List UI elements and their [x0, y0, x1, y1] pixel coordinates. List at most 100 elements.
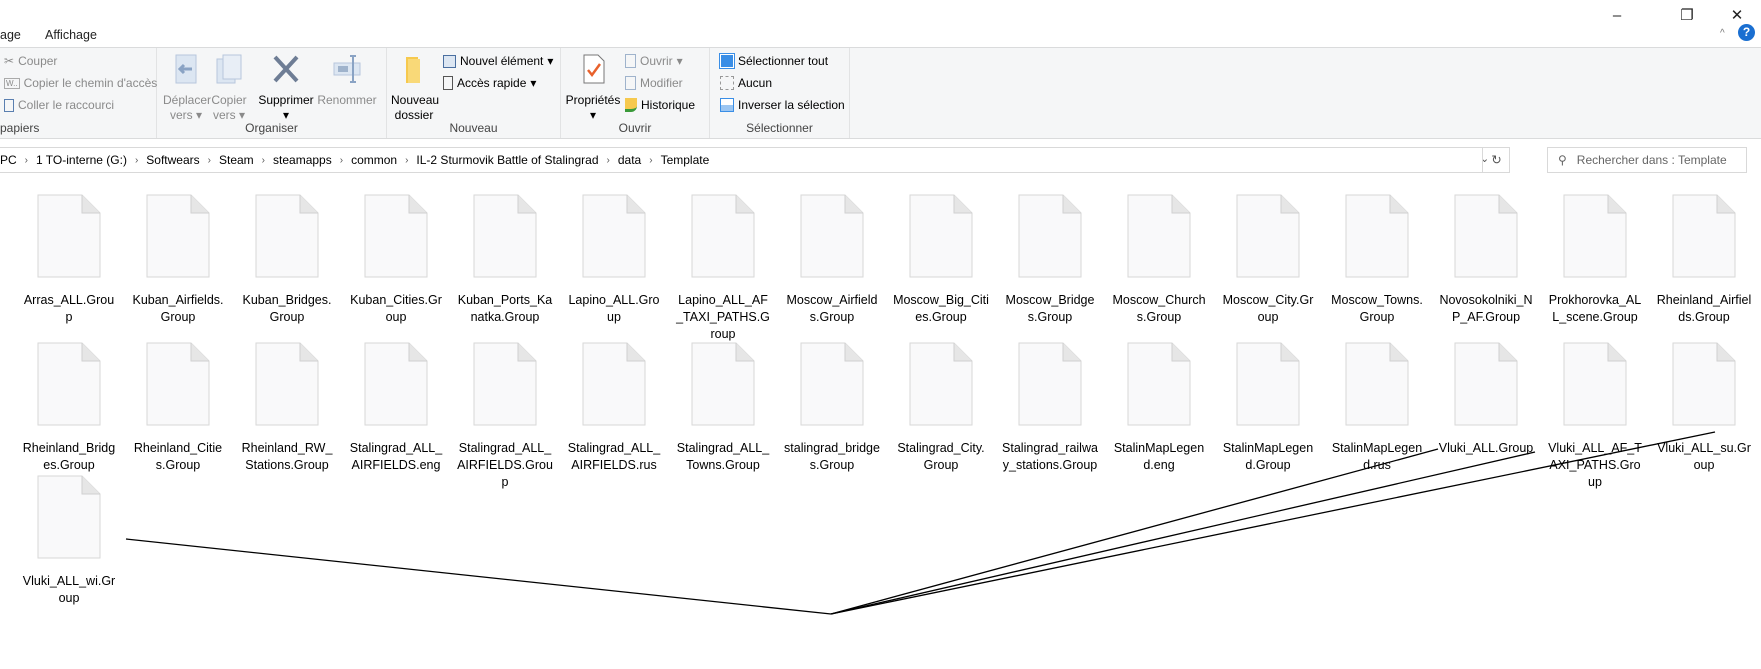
refresh-icon[interactable]: ↻: [1482, 148, 1510, 172]
file-item[interactable]: Novosokolniki_NP_AF.Group: [1434, 194, 1538, 326]
properties-button[interactable]: Propriétés ▾: [565, 53, 621, 123]
file-icon: [37, 194, 101, 278]
file-name: Rheinland_Bridges.Group: [22, 441, 116, 472]
breadcrumb-data[interactable]: data: [618, 153, 641, 167]
copy-path-button[interactable]: W.. Copier le chemin d'accès: [4, 76, 157, 90]
file-item[interactable]: Stalingrad_City.Group: [889, 342, 993, 474]
file-item[interactable]: StalinMapLegend.eng: [1107, 342, 1211, 474]
file-item[interactable]: Stalingrad_railway_stations.Group: [998, 342, 1102, 474]
select-all-button[interactable]: Sélectionner tout: [719, 53, 829, 69]
breadcrumb-steam[interactable]: Steam: [219, 153, 254, 167]
close-button[interactable]: ✕: [1714, 0, 1760, 30]
file-item[interactable]: Vluki_ALL_su.Group: [1652, 342, 1756, 474]
rename-icon: [333, 55, 361, 83]
file-icon: [1672, 194, 1736, 278]
tab-affichage[interactable]: Affichage: [45, 28, 97, 42]
rename-button[interactable]: Renommer: [317, 53, 377, 108]
edit-button[interactable]: Modifier: [625, 76, 683, 90]
copy-to-button[interactable]: Copier vers ▾: [209, 53, 249, 123]
tab-partage[interactable]: age: [0, 28, 21, 42]
breadcrumb-pc[interactable]: PC: [0, 153, 17, 167]
delete-label: Supprimer: [258, 93, 314, 107]
new-item-button[interactable]: Nouvel élément ▾: [443, 54, 553, 68]
file-item[interactable]: Stalingrad_ALL_AIRFIELDS.eng: [344, 342, 448, 474]
cut-label: Couper: [18, 54, 58, 68]
file-item[interactable]: Vluki_ALL.Group: [1434, 342, 1538, 457]
file-name: Moscow_Bridges.Group: [1005, 293, 1095, 324]
file-item[interactable]: Rheinland_Bridges.Group: [17, 342, 121, 474]
paste-shortcut-button[interactable]: Coller le raccourci: [4, 98, 114, 112]
copy-to-icon: [216, 54, 242, 84]
cut-button[interactable]: ✂ Couper: [4, 54, 57, 68]
file-item[interactable]: Rheinland_RW_Stations.Group: [235, 342, 339, 474]
file-item[interactable]: Kuban_Airfields.Group: [126, 194, 230, 326]
breadcrumb-softwears[interactable]: Softwears: [146, 153, 199, 167]
file-item[interactable]: Prokhorovka_ALL_scene.Group: [1543, 194, 1647, 326]
new-folder-button[interactable]: Nouveau dossier: [391, 53, 439, 123]
file-item[interactable]: Rheinland_Cities.Group: [126, 342, 230, 474]
file-item[interactable]: Stalingrad_ALL_AIRFIELDS.Group: [453, 342, 557, 491]
file-item[interactable]: Arras_ALL.Group: [17, 194, 121, 326]
file-icon: [37, 342, 101, 426]
history-label: Historique: [641, 98, 696, 112]
file-name: Novosokolniki_NP_AF.Group: [1439, 293, 1533, 324]
file-item[interactable]: Kuban_Bridges.Group: [235, 194, 339, 326]
search-input[interactable]: ⚲ Rechercher dans : Template: [1547, 147, 1747, 173]
file-item[interactable]: Moscow_Bridges.Group: [998, 194, 1102, 326]
breadcrumb-il2[interactable]: IL-2 Sturmovik Battle of Stalingrad: [416, 153, 598, 167]
select-none-button[interactable]: Aucun: [720, 76, 772, 90]
file-icon: [1454, 342, 1518, 426]
file-item[interactable]: Stalingrad_ALL_Towns.Group: [671, 342, 775, 474]
file-icon: [909, 342, 973, 426]
file-item[interactable]: Moscow_Towns.Group: [1325, 194, 1429, 326]
file-name: Stalingrad_City.Group: [897, 441, 985, 472]
file-item[interactable]: Moscow_Big_Cities.Group: [889, 194, 993, 326]
breadcrumb-steamapps[interactable]: steamapps: [273, 153, 332, 167]
invert-selection-button[interactable]: Inverser la sélection: [720, 98, 845, 112]
file-icon: [582, 194, 646, 278]
help-icon[interactable]: ?: [1738, 24, 1755, 41]
file-item[interactable]: Stalingrad_ALL_AIRFIELDS.rus: [562, 342, 666, 474]
file-icon: [1127, 342, 1191, 426]
file-icon: [255, 342, 319, 426]
breadcrumb-template[interactable]: Template: [661, 153, 710, 167]
file-item[interactable]: Lapino_ALL.Group: [562, 194, 666, 326]
file-icon: [1127, 194, 1191, 278]
file-name: Arras_ALL.Group: [23, 293, 115, 324]
file-item[interactable]: Rheinland_Airfields.Group: [1652, 194, 1756, 326]
open-button[interactable]: Ouvrir ▾: [625, 54, 683, 68]
file-name: Moscow_City.Group: [1222, 293, 1314, 324]
delete-button[interactable]: Supprimer ▾: [255, 53, 317, 123]
file-name: Vluki_ALL_AF_TAXI_PATHS.Group: [1548, 441, 1642, 489]
file-item[interactable]: stalingrad_bridges.Group: [780, 342, 884, 474]
file-icon: [364, 342, 428, 426]
file-item[interactable]: Kuban_Cities.Group: [344, 194, 448, 326]
minimize-button[interactable]: –: [1594, 0, 1640, 30]
move-to-icon: [175, 54, 197, 84]
breadcrumb-common[interactable]: common: [351, 153, 397, 167]
search-icon: ⚲: [1558, 153, 1567, 167]
select-all-label: Sélectionner tout: [738, 54, 829, 68]
chevron-right-icon: ›: [606, 154, 610, 166]
move-to-button[interactable]: Déplacer vers ▾: [163, 53, 212, 123]
file-item[interactable]: Moscow_City.Group: [1216, 194, 1320, 326]
file-name: Stalingrad_ALL_AIRFIELDS.Group: [457, 441, 553, 489]
file-item[interactable]: Moscow_Airfields.Group: [780, 194, 884, 326]
collapse-ribbon-icon[interactable]: ^: [1720, 28, 1725, 39]
file-item[interactable]: StalinMapLegend.rus: [1325, 342, 1429, 474]
maximize-button[interactable]: ❐: [1664, 0, 1710, 30]
quick-access-button[interactable]: Accès rapide ▾: [443, 76, 536, 90]
file-item[interactable]: Lapino_ALL_AF_TAXI_PATHS.Group: [671, 194, 775, 343]
file-name: Prokhorovka_ALL_scene.Group: [1548, 293, 1642, 324]
file-item[interactable]: Vluki_ALL_AF_TAXI_PATHS.Group: [1543, 342, 1647, 491]
address-bar[interactable]: PC › 1 TO-interne (G:) › Softwears › Steam ›…: [0, 147, 1510, 173]
file-item[interactable]: Vluki_ALL_wi.Group: [17, 475, 121, 607]
breadcrumb-drive[interactable]: 1 TO-interne (G:): [36, 153, 127, 167]
file-item[interactable]: Kuban_Ports_Kanatka.Group: [453, 194, 557, 326]
file-item[interactable]: StalinMapLegend.Group: [1216, 342, 1320, 474]
move-to-label: Déplacer vers: [163, 93, 212, 122]
file-item[interactable]: Moscow_Churchs.Group: [1107, 194, 1211, 326]
file-name: Vluki_ALL_wi.Group: [22, 574, 116, 605]
history-button[interactable]: Historique: [625, 98, 695, 112]
quick-access-label: Accès rapide: [457, 76, 527, 90]
